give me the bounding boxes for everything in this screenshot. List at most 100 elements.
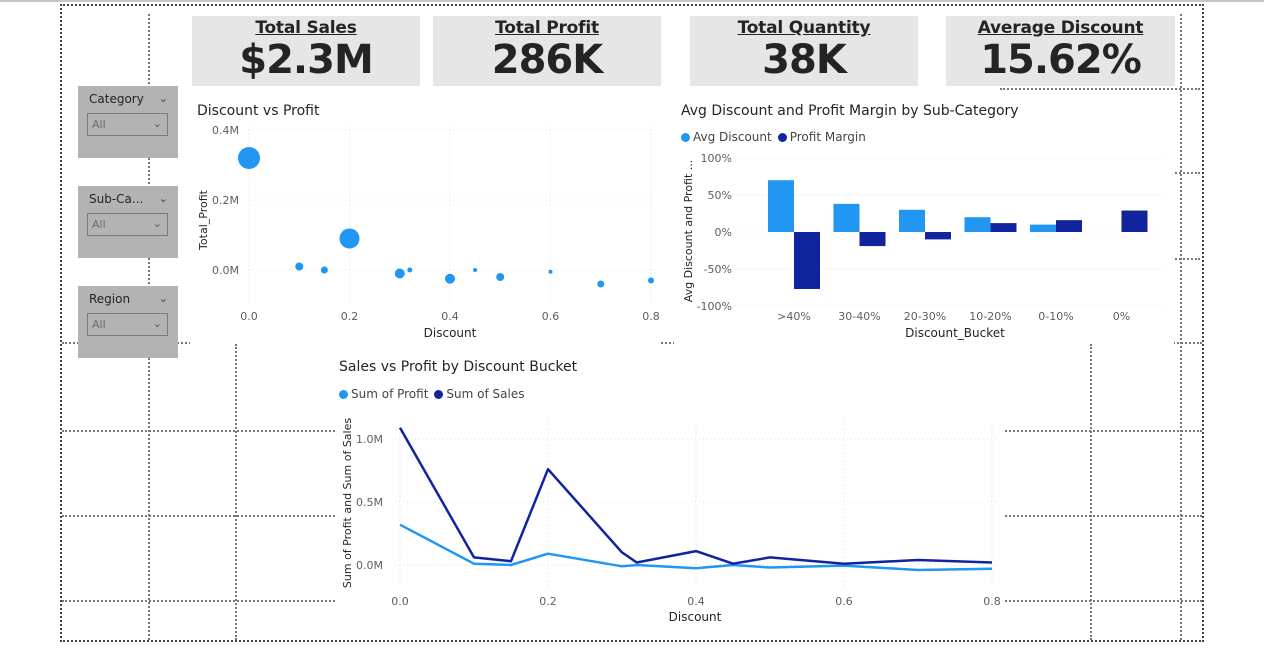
y-tick-label: -100% [697,300,732,313]
kpi-card-total-profit[interactable]: Total Profit 286K [433,16,661,86]
x-tick-label: 0% [1113,310,1130,323]
kpi-value: 38K [762,37,847,83]
kpi-value: 286K [491,37,604,83]
kpi-card-average-discount[interactable]: Average Discount 15.62% [946,16,1175,86]
x-tick-label: 10-20% [969,310,1011,323]
kpi-title: Total Profit [495,18,599,38]
y-tick-label: 100% [701,152,732,165]
x-tick-label: 0-10% [1038,310,1073,323]
slicer-region[interactable]: Region ⌄ All ⌄ [78,286,178,358]
legend-swatch [434,389,444,399]
scatter-point [473,268,478,272]
scatter-point [597,280,605,288]
x-tick-label: 30-40% [838,310,880,323]
y-tick-label: 0.5M [356,496,383,509]
bar-profit-margin [1121,210,1148,232]
slicer-value: All [92,118,106,131]
bar-profit-margin [1056,220,1082,232]
y-tick-label: 0.2M [212,194,239,207]
y-axis-label: Avg Discount and Profit ... [682,160,695,303]
line-chart[interactable]: 1.0M 0.5M 0.0M 0.0 0.2 0.4 0.6 0.8 Discount Su… [335,405,1005,628]
slicer-dropdown[interactable]: All ⌄ [87,313,168,336]
legend-swatch [681,132,690,142]
chevron-down-icon: ⌄ [152,317,162,330]
grid-divider [235,344,237,640]
slicer-sub-category[interactable]: Sub-Ca... ⌄ All ⌄ [78,186,178,258]
chart-title: Sales vs Profit by Discount Bucket [339,359,578,375]
y-tick-label: 0% [715,226,732,239]
y-tick-label: 1.0M [356,433,383,446]
chevron-down-icon[interactable]: ⌄ [159,192,168,205]
x-tick-label: 0.6 [542,310,560,323]
chevron-down-icon: ⌄ [152,217,162,230]
scatter-point [394,268,405,279]
bar-chart[interactable]: 100% 50% 0% -50% -100% >40% 30-40% 20-30% 10-20… [674,148,1174,344]
slicer-dropdown[interactable]: All ⌄ [87,113,168,136]
scatter-point [339,228,360,249]
kpi-title: Total Sales [255,18,357,38]
kpi-card-total-sales[interactable]: Total Sales $2.3M [192,16,420,86]
scatter-point [295,262,304,271]
slicer-dropdown[interactable]: All ⌄ [87,213,168,236]
legend-swatch [339,389,348,399]
chart-title: Avg Discount and Profit Margin by Sub-Ca… [681,103,1019,119]
legend: Sum of Profit Sum of Sales [339,387,524,401]
scatter-chart[interactable]: 0.4M 0.2M 0.0M 0.0 0.2 0.4 0.6 0.8 Discount To… [190,120,660,345]
legend: Avg Discount Profit Margin [681,130,866,144]
legend-label: Sum of Sales [446,387,525,401]
x-tick-label: 0.0 [240,310,258,323]
x-tick-label: 0.2 [539,595,557,608]
x-axis-label: Discount [424,326,477,340]
y-tick-label: 0.4M [212,124,239,137]
scatter-point [320,266,328,274]
x-tick-label: 0.6 [835,595,853,608]
bar-avg-discount [964,217,991,232]
x-tick-label: >40% [777,310,811,323]
slicer-title: Category [89,92,144,106]
chevron-down-icon[interactable]: ⌄ [159,292,168,305]
chevron-down-icon: ⌄ [152,117,162,130]
scatter-point [496,273,505,281]
x-tick-label: 0.4 [687,595,705,608]
chart-title: Discount vs Profit [197,103,320,119]
x-axis-label: Discount_Bucket [905,326,1005,340]
y-tick-label: 0.0M [212,264,239,277]
slicer-value: All [92,218,106,231]
grid-divider [1090,344,1092,640]
chevron-down-icon[interactable]: ⌄ [159,92,168,105]
slicer-category[interactable]: Category ⌄ All ⌄ [78,86,178,158]
y-axis-label: Sum of Profit and Sum of Sales [341,418,354,588]
y-tick-label: -50% [704,263,732,276]
legend-label: Sum of Profit [351,387,429,401]
y-tick-label: 50% [708,189,732,202]
bar-avg-discount [768,180,794,232]
legend-swatch [777,132,787,142]
legend-label: Avg Discount [693,130,772,144]
x-tick-label: 0.2 [341,310,359,323]
bar-avg-discount [899,209,925,232]
bar-profit-margin [859,232,886,247]
scatter-point [445,273,455,284]
kpi-value: 15.62% [980,37,1142,83]
y-tick-label: 0.0M [356,559,383,572]
kpi-title: Total Quantity [737,18,871,38]
kpi-value: $2.3M [239,37,374,83]
scatter-point [238,147,260,169]
x-tick-label: 20-30% [904,310,946,323]
x-tick-label: 0.8 [983,595,1001,608]
bar-avg-discount [1030,224,1056,232]
slicer-value: All [92,318,106,331]
x-tick-label: 0.8 [642,310,660,323]
scatter-point [548,269,553,274]
bar-profit-margin [990,223,1017,232]
bar-profit-margin [925,232,951,240]
kpi-card-total-quantity[interactable]: Total Quantity 38K [690,16,918,86]
x-axis-label: Discount [669,610,722,624]
bar-avg-discount [833,203,860,232]
top-divider [0,0,1264,2]
line-sum-of-profit [399,523,993,572]
grid-divider [1000,88,1200,90]
legend-label: Profit Margin [789,130,866,144]
grid-divider [1180,14,1182,640]
slicer-title: Sub-Ca... [89,192,144,206]
